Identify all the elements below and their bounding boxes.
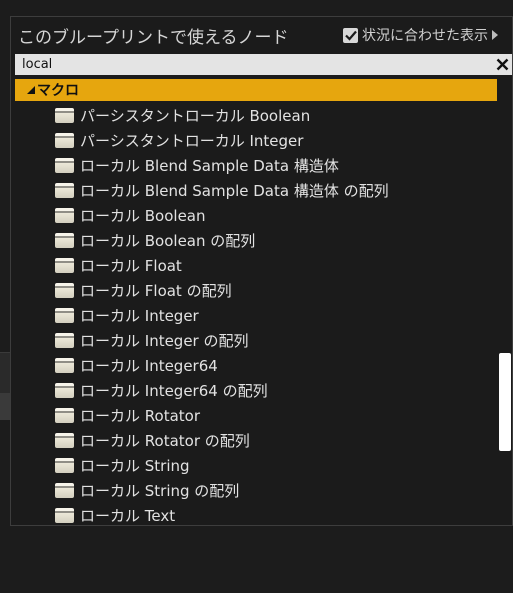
- list-item-label: ローカル Rotator の配列: [80, 432, 250, 450]
- list-item-label: ローカル Integer: [80, 307, 199, 325]
- list-item-label: ローカル Float: [80, 257, 182, 275]
- list-item[interactable]: ローカル Integer: [55, 303, 495, 328]
- list-item-label: ローカル Boolean: [80, 207, 206, 225]
- macro-node-icon: [55, 158, 74, 173]
- list-item[interactable]: ローカル Integer64: [55, 353, 495, 378]
- triangle-down-icon[interactable]: [27, 86, 35, 94]
- macro-node-icon: [55, 258, 74, 273]
- macro-node-icon: [55, 183, 74, 198]
- category-label: マクロ: [37, 83, 79, 99]
- list-item[interactable]: ローカル String: [55, 453, 495, 478]
- list-item[interactable]: ローカル Text: [55, 503, 495, 525]
- macro-node-icon: [55, 458, 74, 473]
- macro-node-icon: [55, 358, 74, 373]
- node-list: パーシスタントローカル Boolean パーシスタントローカル Integer ロー…: [55, 103, 495, 525]
- scrollbar-thumb[interactable]: [499, 353, 511, 451]
- list-item[interactable]: ローカル Float: [55, 253, 495, 278]
- search-box[interactable]: [15, 54, 512, 75]
- list-item-label: ローカル Float の配列: [80, 282, 232, 300]
- context-sensitive-label: 状況に合わせた表示: [362, 28, 488, 44]
- list-item-label: ローカル Integer64: [80, 357, 218, 375]
- macro-node-icon: [55, 508, 74, 523]
- list-item-label: ローカル Blend Sample Data 構造体 の配列: [80, 182, 389, 200]
- list-item-label: ローカル Integer64 の配列: [80, 382, 268, 400]
- macro-node-icon: [55, 133, 74, 148]
- macro-node-icon: [55, 108, 74, 123]
- editor-background-strip: [0, 352, 10, 393]
- list-item-label: ローカル String の配列: [80, 482, 240, 500]
- list-item[interactable]: ローカル Integer64 の配列: [55, 378, 495, 403]
- list-item[interactable]: ローカル Blend Sample Data 構造体 の配列: [55, 178, 495, 203]
- list-item-label: パーシスタントローカル Boolean: [80, 107, 311, 125]
- macro-node-icon: [55, 383, 74, 398]
- list-item[interactable]: ローカル String の配列: [55, 478, 495, 503]
- list-item[interactable]: ローカル Rotator の配列: [55, 428, 495, 453]
- panel-header: このブループリントで使えるノード 状況に合わせた表示: [11, 17, 512, 51]
- macro-node-icon: [55, 333, 74, 348]
- macro-node-icon: [55, 408, 74, 423]
- close-icon[interactable]: [491, 54, 512, 75]
- macro-node-icon: [55, 233, 74, 248]
- context-sensitive-toggle[interactable]: 状況に合わせた表示: [343, 25, 498, 45]
- list-item[interactable]: パーシスタントローカル Integer: [55, 128, 495, 153]
- list-item-label: ローカル Blend Sample Data 構造体: [80, 157, 339, 175]
- category-macro[interactable]: マクロ: [15, 79, 497, 101]
- list-item[interactable]: ローカル Rotator: [55, 403, 495, 428]
- chevron-right-icon[interactable]: [492, 30, 498, 40]
- check-icon[interactable]: [343, 27, 358, 43]
- macro-node-icon: [55, 483, 74, 498]
- check-icon-glyph: [344, 30, 357, 41]
- node-palette-panel: このブループリントで使えるノード 状況に合わせた表示 マクロ パーシスタントロー…: [10, 16, 513, 526]
- list-item[interactable]: ローカル Boolean: [55, 203, 495, 228]
- list-item[interactable]: パーシスタントローカル Boolean: [55, 103, 495, 128]
- list-item[interactable]: ローカル Blend Sample Data 構造体: [55, 153, 495, 178]
- list-item[interactable]: ローカル Integer の配列: [55, 328, 495, 353]
- list-item-label: パーシスタントローカル Integer: [80, 132, 304, 150]
- macro-node-icon: [55, 433, 74, 448]
- list-item-label: ローカル Rotator: [80, 407, 200, 425]
- list-item[interactable]: ローカル Boolean の配列: [55, 228, 495, 253]
- list-item-label: ローカル Boolean の配列: [80, 232, 256, 250]
- macro-node-icon: [55, 283, 74, 298]
- panel-title: このブループリントで使えるノード: [18, 28, 289, 48]
- editor-background-strip: [0, 393, 10, 420]
- macro-node-icon: [55, 208, 74, 223]
- macro-node-icon: [55, 308, 74, 323]
- list-item-label: ローカル Text: [80, 507, 176, 525]
- list-item-label: ローカル String: [80, 457, 190, 475]
- close-icon-glyph: [496, 58, 508, 71]
- list-item[interactable]: ローカル Float の配列: [55, 278, 495, 303]
- search-input[interactable]: [15, 54, 485, 75]
- list-item-label: ローカル Integer の配列: [80, 332, 249, 350]
